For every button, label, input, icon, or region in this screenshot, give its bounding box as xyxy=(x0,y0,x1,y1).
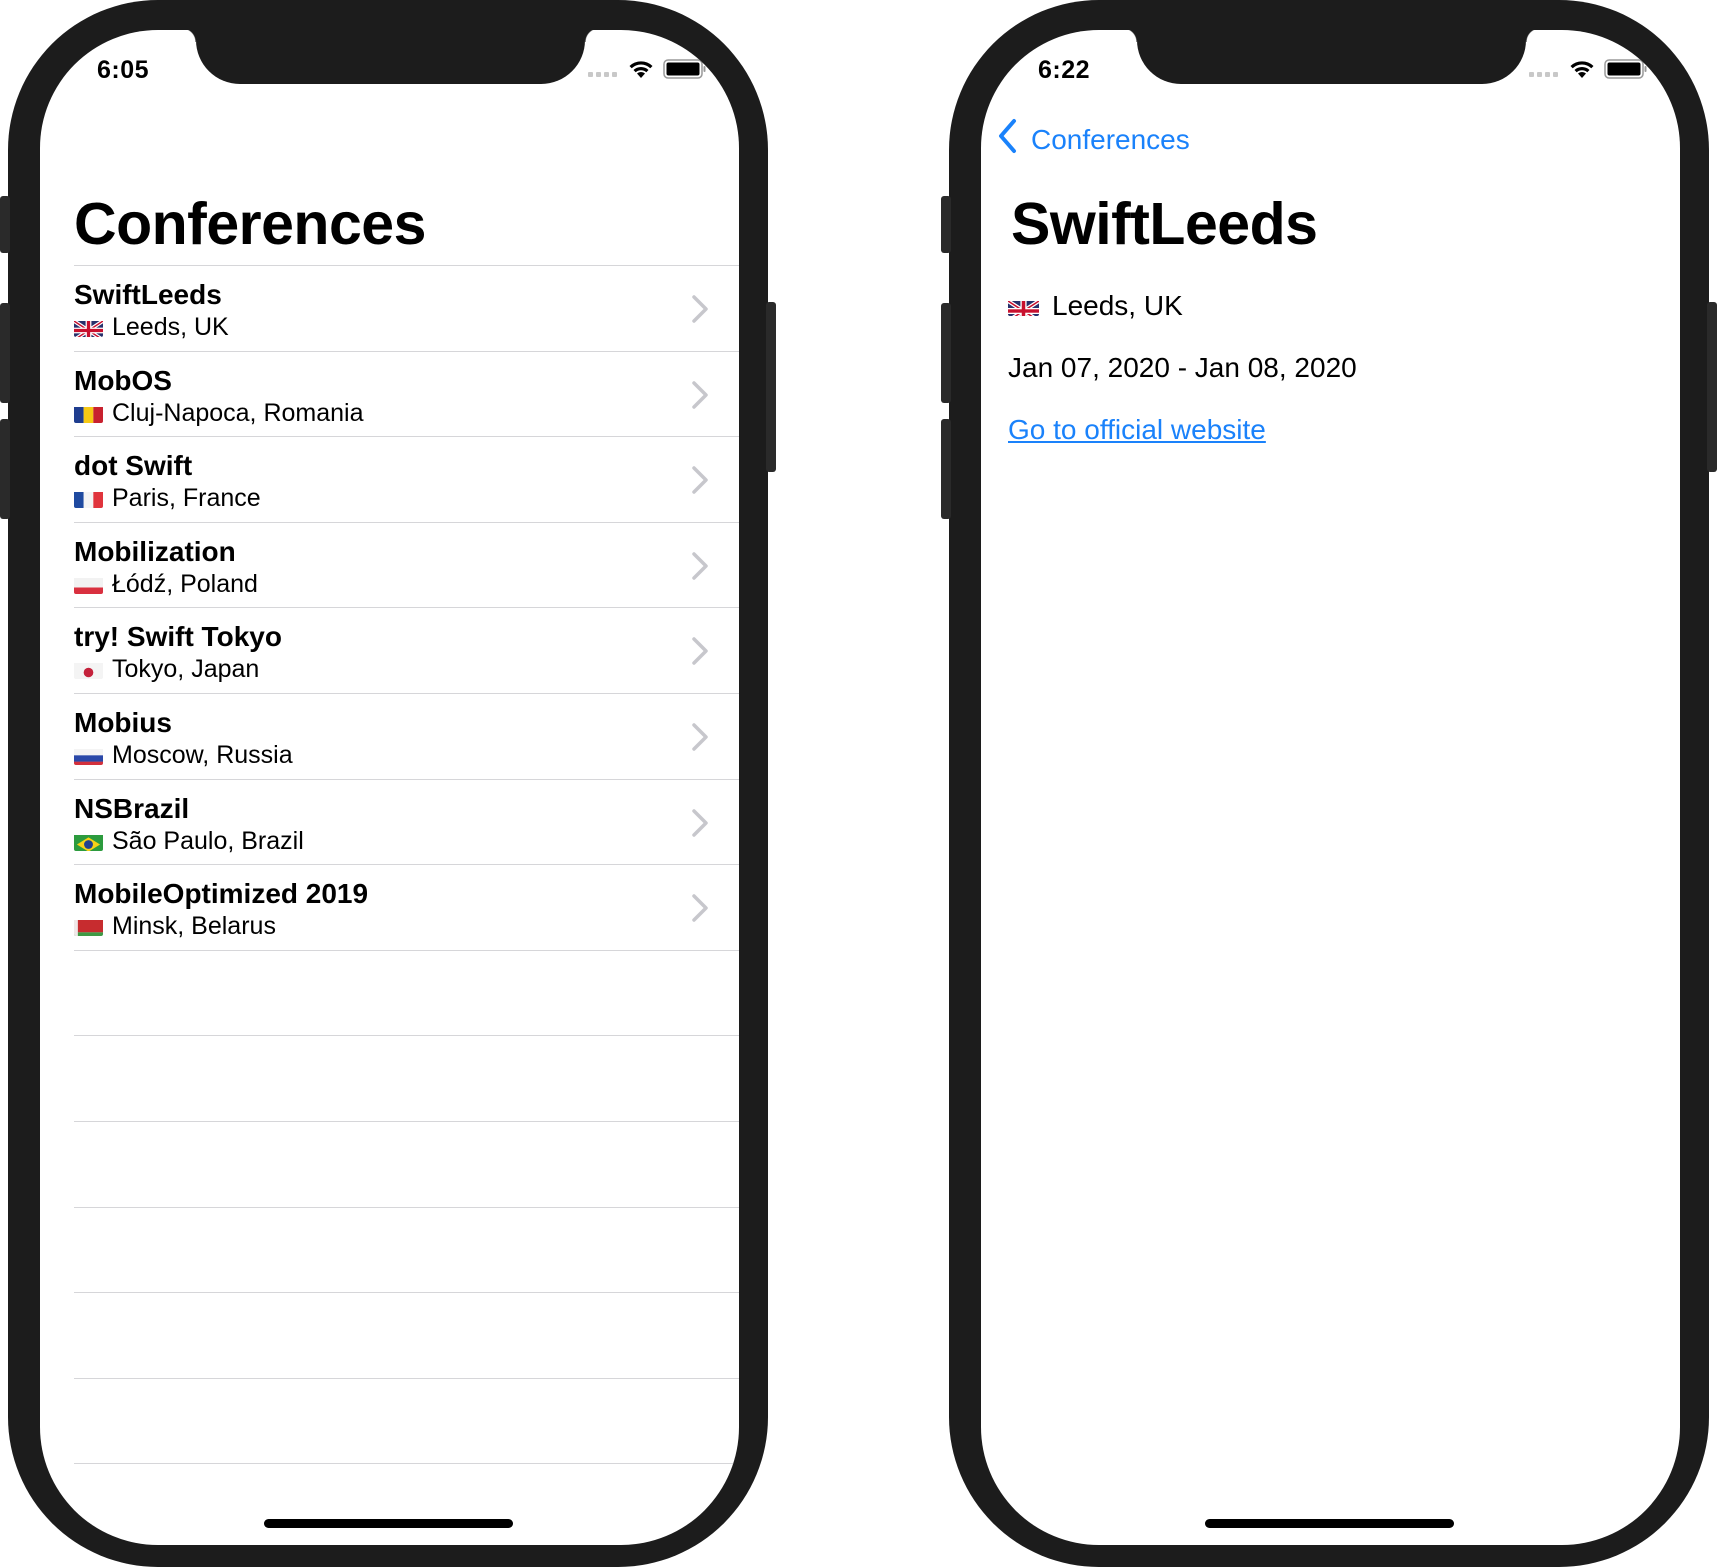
screen: 6:05 Conferences SwiftLeeds Leeds, UK Mo… xyxy=(40,30,739,1545)
flag-gb-icon xyxy=(74,318,103,337)
conference-name: Mobilization xyxy=(74,535,236,567)
status-time: 6:22 xyxy=(1038,56,1091,84)
flag-ro-icon xyxy=(74,404,103,423)
status-icons xyxy=(1529,58,1648,79)
chevron-right-icon xyxy=(691,380,709,415)
chevron-right-icon xyxy=(691,465,709,500)
location-text: Paris, France xyxy=(112,484,261,513)
conference-row[interactable]: Mobius Moscow, Russia xyxy=(74,694,739,780)
conference-name: try! Swift Tokyo xyxy=(74,621,282,653)
conference-dates: Jan 07, 2020 - Jan 08, 2020 xyxy=(1008,352,1357,383)
conference-title: SwiftLeeds xyxy=(1011,191,1318,257)
back-button-label: Conferences xyxy=(1031,123,1190,155)
conference-row[interactable]: MobileOptimized 2019 Minsk, Belarus xyxy=(74,865,739,951)
chevron-right-icon xyxy=(691,294,709,329)
flag-pl-icon xyxy=(74,575,103,594)
status-time: 6:05 xyxy=(97,56,150,84)
wifi-icon xyxy=(627,58,655,79)
empty-row-separator xyxy=(74,1122,739,1208)
conference-row[interactable]: MobOS Cluj-Napoca, Romania xyxy=(74,352,739,438)
conference-name: dot Swift xyxy=(74,450,193,482)
cellular-signal-icon xyxy=(588,72,617,77)
location-text: Moscow, Russia xyxy=(112,740,293,769)
empty-row-separator xyxy=(74,1293,739,1379)
conference-location: São Paulo, Brazil xyxy=(74,827,304,856)
empty-row-separator xyxy=(74,951,739,1037)
chevron-right-icon xyxy=(691,636,709,671)
conference-row[interactable]: dot Swift Paris, France xyxy=(74,437,739,523)
location-text: Tokyo, Japan xyxy=(112,655,260,684)
conference-location: Leeds, UK xyxy=(1008,290,1183,322)
location-text: Leeds, UK xyxy=(1052,290,1183,321)
flag-jp-icon xyxy=(74,660,103,680)
chevron-left-icon xyxy=(997,118,1031,161)
battery-icon xyxy=(1604,58,1648,79)
chevron-right-icon xyxy=(691,808,709,843)
home-indicator[interactable] xyxy=(264,1519,513,1528)
conference-location: Minsk, Belarus xyxy=(74,912,276,941)
empty-row-separator xyxy=(74,1379,739,1465)
chevron-right-icon xyxy=(691,722,709,757)
conference-location: Paris, France xyxy=(74,484,261,513)
official-website-link[interactable]: Go to official website xyxy=(1008,414,1266,446)
back-button[interactable]: Conferences xyxy=(997,118,1190,161)
volume-down-button xyxy=(0,419,10,519)
side-button xyxy=(766,302,776,472)
conference-row[interactable]: Mobilization Łódź, Poland xyxy=(74,523,739,609)
conference-name: SwiftLeeds xyxy=(74,279,222,310)
side-button xyxy=(1707,302,1717,472)
flag-ru-icon xyxy=(74,746,103,765)
flag-fr-icon xyxy=(74,489,103,509)
location-text: Cluj-Napoca, Romania xyxy=(112,398,364,427)
conference-list: SwiftLeeds Leeds, UK MobOS Cluj-Napoca, … xyxy=(74,265,739,1465)
volume-down-button xyxy=(941,419,951,519)
volume-up-button xyxy=(0,303,10,403)
screen: 6:22 Conferences SwiftLeeds Leeds, UK Ja… xyxy=(981,30,1680,1545)
chevron-right-icon xyxy=(691,893,709,928)
conference-location: Moscow, Russia xyxy=(74,741,293,770)
phone-detail-screen: 6:22 Conferences SwiftLeeds Leeds, UK Ja… xyxy=(941,0,1717,1567)
page-title: Conferences xyxy=(74,191,426,257)
empty-row-separator xyxy=(74,1208,739,1294)
home-indicator[interactable] xyxy=(1205,1519,1454,1528)
notch xyxy=(1123,30,1540,84)
conference-location: Łódź, Poland xyxy=(74,570,258,599)
location-text: São Paulo, Brazil xyxy=(112,826,304,855)
conference-row[interactable]: SwiftLeeds Leeds, UK xyxy=(74,265,739,352)
status-icons xyxy=(588,58,707,79)
mute-switch xyxy=(0,196,10,253)
conference-row[interactable]: NSBrazil São Paulo, Brazil xyxy=(74,780,739,866)
flag-by-icon xyxy=(74,917,103,937)
conference-name: MobOS xyxy=(74,364,172,396)
mute-switch xyxy=(941,196,951,253)
conference-location: Leeds, UK xyxy=(74,313,229,342)
flag-br-icon xyxy=(74,832,103,851)
battery-icon xyxy=(663,58,707,79)
location-text: Minsk, Belarus xyxy=(112,912,276,941)
empty-row-separator xyxy=(74,1036,739,1122)
conference-location: Cluj-Napoca, Romania xyxy=(74,399,364,428)
location-text: Łódź, Poland xyxy=(112,569,258,598)
location-text: Leeds, UK xyxy=(112,313,229,341)
volume-up-button xyxy=(941,303,951,403)
conference-name: MobileOptimized 2019 xyxy=(74,878,369,910)
cellular-signal-icon xyxy=(1529,72,1558,77)
wifi-icon xyxy=(1568,58,1596,79)
conference-name: Mobius xyxy=(74,706,172,738)
phone-list-screen: 6:05 Conferences SwiftLeeds Leeds, UK Mo… xyxy=(0,0,776,1567)
flag-gb-icon xyxy=(1008,296,1039,316)
notch xyxy=(182,30,599,84)
conference-name: NSBrazil xyxy=(74,792,190,824)
chevron-right-icon xyxy=(691,551,709,586)
conference-location: Tokyo, Japan xyxy=(74,655,259,684)
conference-row[interactable]: try! Swift Tokyo Tokyo, Japan xyxy=(74,608,739,694)
